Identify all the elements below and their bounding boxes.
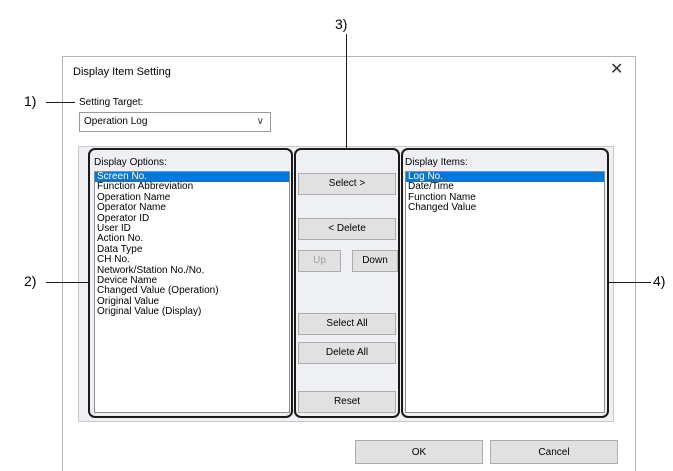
callout-1-leader — [46, 102, 75, 103]
dialog-title: Display Item Setting — [73, 66, 171, 78]
callout-4-leader — [609, 282, 651, 283]
callout-2-frame — [88, 148, 293, 418]
callout-1-label: 1) — [24, 93, 37, 109]
callout-2-label: 2) — [24, 273, 37, 289]
callout-3-label: 3) — [335, 16, 348, 32]
callout-4-frame — [401, 148, 609, 418]
setting-target-value: Operation Log — [84, 116, 148, 127]
setting-target-dropdown[interactable]: Operation Log ∨ — [79, 112, 271, 132]
cancel-button[interactable]: Cancel — [490, 440, 618, 464]
callout-2-leader — [46, 282, 88, 283]
callout-4-label: 4) — [653, 273, 666, 289]
close-icon[interactable]: ✕ — [610, 62, 623, 78]
setting-target-label: Setting Target: — [79, 97, 144, 108]
ok-button[interactable]: OK — [355, 440, 483, 464]
callout-3-frame — [294, 148, 400, 418]
callout-3-leader — [346, 34, 347, 148]
chevron-down-icon: ∨ — [256, 116, 264, 127]
